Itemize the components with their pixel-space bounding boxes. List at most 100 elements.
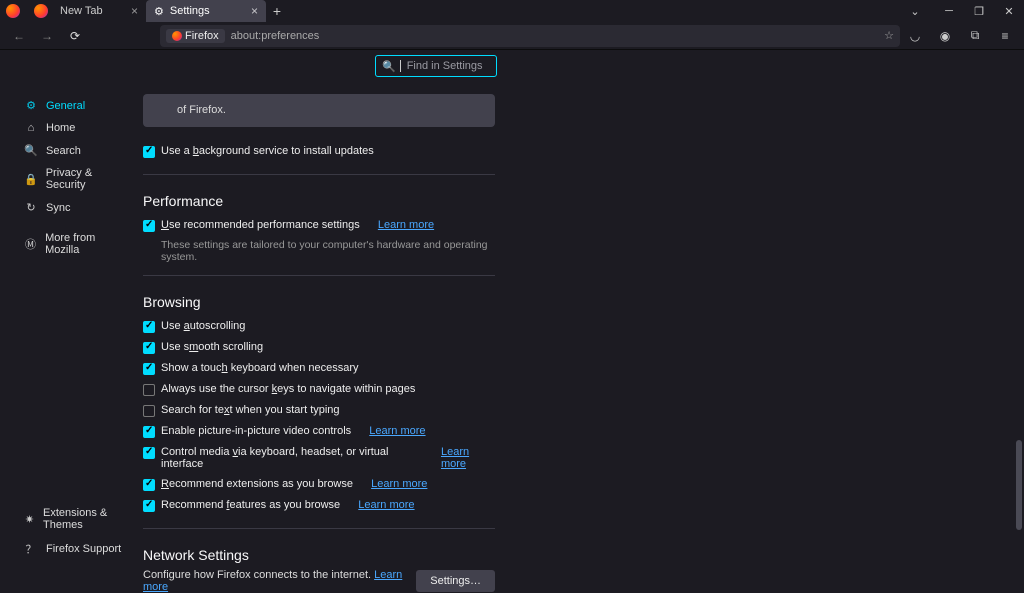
checkbox-icon[interactable]: [143, 220, 155, 232]
checkbox-label: Search for text when you start typing: [161, 404, 340, 416]
sidebar-item-label: Firefox Support: [46, 543, 121, 555]
tab-label: New Tab: [60, 5, 103, 17]
sidebar-item-label: Home: [46, 122, 75, 134]
sidebar-item-home[interactable]: ⌂ Home: [0, 117, 135, 139]
checkbox-icon[interactable]: [143, 426, 155, 438]
checkbox-label: Use a background service to install upda…: [161, 145, 374, 157]
checkbox-touch-keyboard[interactable]: Show a touch keyboard when necessary: [143, 358, 495, 379]
bookmark-star-icon[interactable]: ☆: [884, 29, 894, 42]
tabs-overflow-icon[interactable]: ⌄: [900, 0, 930, 22]
identity-badge[interactable]: Firefox: [166, 29, 225, 43]
sidebar-item-privacy[interactable]: 🔒 Privacy & Security: [0, 162, 135, 196]
maximize-button[interactable]: ❐: [964, 0, 994, 22]
scrollbar-thumb[interactable]: [1016, 440, 1022, 530]
gear-icon: ⚙: [154, 5, 164, 18]
find-placeholder: Find in Settings: [407, 60, 483, 72]
find-in-settings-input[interactable]: 🔍Find in Settings: [375, 55, 497, 77]
sidebar-item-label: Sync: [46, 202, 70, 214]
sidebar-item-general[interactable]: ⚙General: [0, 94, 135, 117]
learn-more-link[interactable]: Learn more: [369, 425, 425, 437]
close-icon[interactable]: ×: [251, 4, 258, 18]
sync-icon: ↻: [24, 201, 38, 214]
tab-settings[interactable]: ⚙ Settings ×: [146, 0, 266, 22]
checkbox-label: Control media via keyboard, headset, or …: [161, 446, 423, 470]
checkbox-smooth-scroll[interactable]: Use smooth scrolling: [143, 337, 495, 358]
checkbox-type-search[interactable]: Search for text when you start typing: [143, 400, 495, 421]
gear-icon: ⚙: [24, 99, 38, 112]
checkbox-icon[interactable]: [143, 447, 155, 459]
sidebar-item-support[interactable]: ？ Firefox Support: [0, 536, 135, 562]
puzzle-icon: ✷: [24, 513, 35, 526]
sidebar-item-extensions[interactable]: ✷ Extensions & Themes: [0, 502, 135, 536]
checkbox-recommended-perf[interactable]: Use recommended performance settings Lea…: [143, 215, 495, 236]
perf-hint: These settings are tailored to your comp…: [161, 239, 495, 263]
checkbox-label: Always use the cursor keys to navigate w…: [161, 383, 415, 395]
checkbox-label: Recommend features as you browse: [161, 499, 340, 511]
firefox-icon: [172, 31, 182, 41]
checkbox-icon[interactable]: [143, 500, 155, 512]
learn-more-link[interactable]: Learn more: [378, 219, 434, 231]
section-performance: Performance: [143, 193, 495, 209]
checkbox-media-keys[interactable]: Control media via keyboard, headset, or …: [143, 442, 495, 474]
sidebar-item-label: More from Mozilla: [45, 232, 127, 256]
minimize-button[interactable]: ─: [934, 0, 964, 22]
checkbox-autoscroll[interactable]: Use autoscrolling: [143, 316, 495, 337]
close-button[interactable]: ✕: [994, 0, 1024, 22]
checkbox-icon[interactable]: [143, 405, 155, 417]
new-tab-button[interactable]: +: [266, 0, 288, 22]
learn-more-link[interactable]: Learn more: [358, 499, 414, 511]
account-icon[interactable]: ◉: [932, 24, 958, 48]
checkbox-icon[interactable]: [143, 363, 155, 375]
checkbox-label: Recommend extensions as you browse: [161, 478, 353, 490]
learn-more-link[interactable]: Learn more: [441, 446, 495, 470]
tab-strip: New Tab × ⚙ Settings × +: [0, 0, 288, 22]
sidebar-item-sync[interactable]: ↻ Sync: [0, 196, 135, 219]
mozilla-icon: Ⓜ: [24, 236, 37, 252]
section-network: Network Settings: [143, 547, 495, 563]
tab-new-tab[interactable]: New Tab ×: [26, 0, 146, 22]
checkbox-label: Use smooth scrolling: [161, 341, 263, 353]
checkbox-icon[interactable]: [143, 321, 155, 333]
checkbox-recommend-ext[interactable]: Recommend extensions as you browse Learn…: [143, 474, 495, 495]
extensions-icon[interactable]: ⧉: [962, 24, 988, 48]
toolbar: ← → ⟳ Firefox about:preferences ☆ ◡ ◉ ⧉ …: [0, 22, 1024, 50]
window-controls: ⌄ ─ ❐ ✕: [900, 0, 1024, 22]
sidebar-item-more[interactable]: Ⓜ More from Mozilla: [0, 227, 135, 261]
checkbox-background-update[interactable]: Use a background service to install upda…: [143, 141, 495, 162]
main-panel: of Firefox. Use a background service to …: [135, 50, 495, 576]
toolbar-icons: ◡ ◉ ⧉ ≡: [902, 24, 1018, 48]
sidebar-item-search[interactable]: 🔍 Search: [0, 139, 135, 162]
network-settings-button[interactable]: Settings…: [416, 570, 495, 592]
checkbox-label: Use recommended performance settings: [161, 219, 360, 231]
checkbox-icon[interactable]: [143, 342, 155, 354]
help-icon: ？: [24, 541, 38, 557]
learn-more-link[interactable]: Learn more: [371, 478, 427, 490]
close-icon[interactable]: ×: [131, 4, 138, 18]
checkbox-label: Show a touch keyboard when necessary: [161, 362, 359, 374]
menu-icon[interactable]: ≡: [992, 24, 1018, 48]
title-bar: New Tab × ⚙ Settings × + ⌄ ─ ❐ ✕: [0, 0, 1024, 22]
pocket-icon[interactable]: ◡: [902, 24, 928, 48]
sidebar-item-label: Extensions & Themes: [43, 507, 127, 531]
checkbox-label: Enable picture-in-picture video controls: [161, 425, 351, 437]
checkbox-recommend-feat[interactable]: Recommend features as you browse Learn m…: [143, 495, 495, 516]
back-button[interactable]: ←: [6, 24, 32, 48]
address-bar[interactable]: Firefox about:preferences ☆: [160, 25, 900, 47]
lock-icon: 🔒: [24, 173, 38, 186]
search-icon: 🔍: [24, 144, 38, 157]
checkbox-icon[interactable]: [143, 146, 155, 158]
checkbox-icon[interactable]: [143, 384, 155, 396]
checkbox-icon[interactable]: [143, 479, 155, 491]
firefox-app-icon: [6, 4, 20, 18]
checkbox-pip[interactable]: Enable picture-in-picture video controls…: [143, 421, 495, 442]
home-icon: ⌂: [24, 122, 38, 134]
reload-button[interactable]: ⟳: [62, 24, 88, 48]
firefox-page-icon: [34, 4, 48, 18]
section-browsing: Browsing: [143, 294, 495, 310]
info-box: of Firefox.: [143, 94, 495, 127]
checkbox-cursor-keys[interactable]: Always use the cursor keys to navigate w…: [143, 379, 495, 400]
sidebar-item-label: Privacy & Security: [46, 167, 127, 191]
sidebar-item-label: Search: [46, 145, 81, 157]
tab-label: Settings: [170, 5, 210, 17]
url-text: about:preferences: [231, 30, 320, 42]
